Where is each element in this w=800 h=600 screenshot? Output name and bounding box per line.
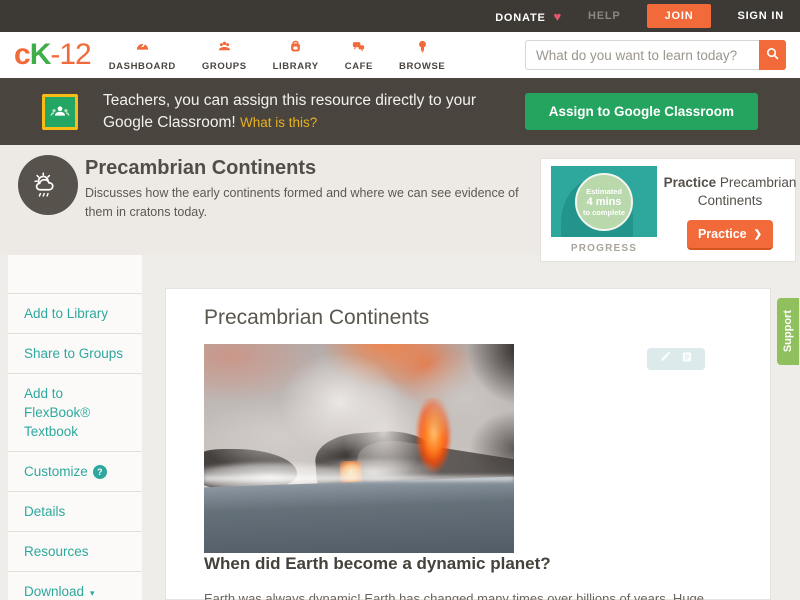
ocean-graphic: [204, 476, 514, 553]
sidebar-item-details[interactable]: Details: [8, 491, 142, 531]
estimated-time-badge: Estimated 4 mins to complete: [575, 172, 633, 231]
sign-in-link[interactable]: SIGN IN: [737, 10, 784, 22]
google-classroom-banner: Teachers, you can assign this resource d…: [0, 78, 800, 145]
customize-label: Customize: [24, 464, 88, 479]
notes-icon[interactable]: [681, 350, 693, 368]
search-input[interactable]: [525, 40, 759, 70]
nav-dashboard[interactable]: DASHBOARD: [109, 39, 176, 72]
nav-groups[interactable]: GROUPS: [202, 39, 247, 72]
nav-label: LIBRARY: [272, 60, 319, 72]
donate-label: DONATE: [495, 11, 546, 24]
ck12-page: DONATE ♥ HELP JOIN SIGN IN cK-12 DASHBOA…: [0, 0, 800, 600]
practice-title-bold: Practice: [663, 175, 717, 190]
logo-c: c: [14, 38, 31, 71]
sidebar-item-download[interactable]: Download ▾: [8, 571, 142, 600]
search-button[interactable]: [759, 40, 786, 70]
lava-ocean-image: [204, 344, 514, 553]
sidebar-item-add-to-flexbook[interactable]: Add to FlexBook® Textbook: [8, 373, 142, 451]
practice-title: Practice Precambrian Continents: [660, 174, 800, 210]
search-icon: [765, 46, 780, 64]
nav-label: GROUPS: [201, 60, 247, 72]
resource-description: Discusses how the early continents forme…: [85, 186, 519, 219]
nav-cafe[interactable]: CAFE: [345, 39, 373, 72]
caret-down-icon: ▾: [90, 588, 95, 598]
resource-title: Precambrian Continents: [85, 157, 317, 179]
sidebar-item-resources[interactable]: Resources: [8, 531, 142, 571]
practice-progress-block: Estimated 4 mins to complete PROGRESS: [548, 166, 660, 254]
library-backpack-icon: [287, 39, 304, 59]
body-paragraph: Earth was always dynamic! Earth has chan…: [204, 591, 705, 600]
nav-items: DASHBOARD GROUPS LIBRARY CAFE BROWSE: [109, 39, 446, 72]
content-title: Precambrian Continents: [204, 306, 430, 329]
support-tab-label: Support: [782, 310, 794, 353]
practice-thumbnail[interactable]: Estimated 4 mins to complete: [551, 166, 657, 237]
badge-line1: Estimated: [586, 186, 622, 196]
logo-suffix: -12: [50, 38, 91, 71]
nav-library[interactable]: LIBRARY: [273, 39, 319, 72]
sidebar-item-customize[interactable]: Customize?: [8, 451, 142, 491]
utility-bar: DONATE ♥ HELP JOIN SIGN IN: [0, 0, 800, 32]
heart-icon: ♥: [553, 8, 563, 24]
nav-browse[interactable]: BROWSE: [399, 39, 445, 72]
cafe-chat-icon: [350, 39, 367, 59]
search-bar: [525, 40, 786, 70]
support-tab[interactable]: Support: [777, 298, 799, 365]
download-label: Download: [24, 584, 85, 599]
help-link[interactable]: HELP: [588, 10, 621, 22]
sidebar-item-share-to-groups[interactable]: Share to Groups: [8, 333, 142, 373]
nav-label: CAFE: [344, 60, 373, 72]
donate-link[interactable]: DONATE ♥: [495, 9, 562, 24]
logo-k: K: [29, 38, 52, 71]
section-heading: When did Earth become a dynamic planet?: [204, 554, 551, 573]
badge-line2: 4 mins: [586, 195, 622, 208]
dashboard-gauge-icon: [134, 39, 151, 59]
chevron-right-icon: ❯: [753, 228, 763, 240]
resource-header: Precambrian Continents Discusses how the…: [0, 145, 800, 262]
practice-action-block: Practice Precambrian Continents Practice…: [660, 166, 800, 254]
practice-button[interactable]: Practice ❯: [687, 220, 773, 250]
pencil-icon[interactable]: [659, 350, 671, 368]
annotation-toolbar: [647, 348, 705, 370]
sidebar: Add to Library Share to Groups Add to Fl…: [8, 255, 142, 600]
banner-message: Teachers, you can assign this resource d…: [103, 90, 525, 134]
assign-to-classroom-button[interactable]: Assign to Google Classroom: [524, 93, 758, 130]
ck12-logo[interactable]: cK-12: [14, 38, 92, 72]
badge-line3: to complete: [582, 207, 626, 217]
join-button[interactable]: JOIN: [646, 4, 712, 28]
practice-card: Estimated 4 mins to complete PROGRESS Pr…: [540, 158, 796, 262]
nav-label: BROWSE: [399, 60, 446, 72]
what-is-this-link[interactable]: What is this?: [240, 115, 317, 130]
progress-label: PROGRESS: [570, 243, 638, 254]
practice-button-label: Practice: [697, 227, 747, 241]
sidebar-item-add-to-library[interactable]: Add to Library: [8, 293, 142, 333]
groups-people-icon: [216, 39, 233, 59]
google-classroom-icon: [42, 93, 78, 130]
main-nav: cK-12 DASHBOARD GROUPS LIBRARY CAFE BROW…: [0, 32, 800, 78]
content-panel: Precambrian Continents When did Earth be…: [165, 288, 771, 600]
foam-line-graphic: [204, 475, 514, 481]
help-question-icon: ?: [92, 465, 107, 479]
earth-science-weather-icon: [18, 155, 78, 215]
browse-lightbulb-icon: [414, 39, 431, 59]
nav-label: DASHBOARD: [108, 60, 176, 72]
